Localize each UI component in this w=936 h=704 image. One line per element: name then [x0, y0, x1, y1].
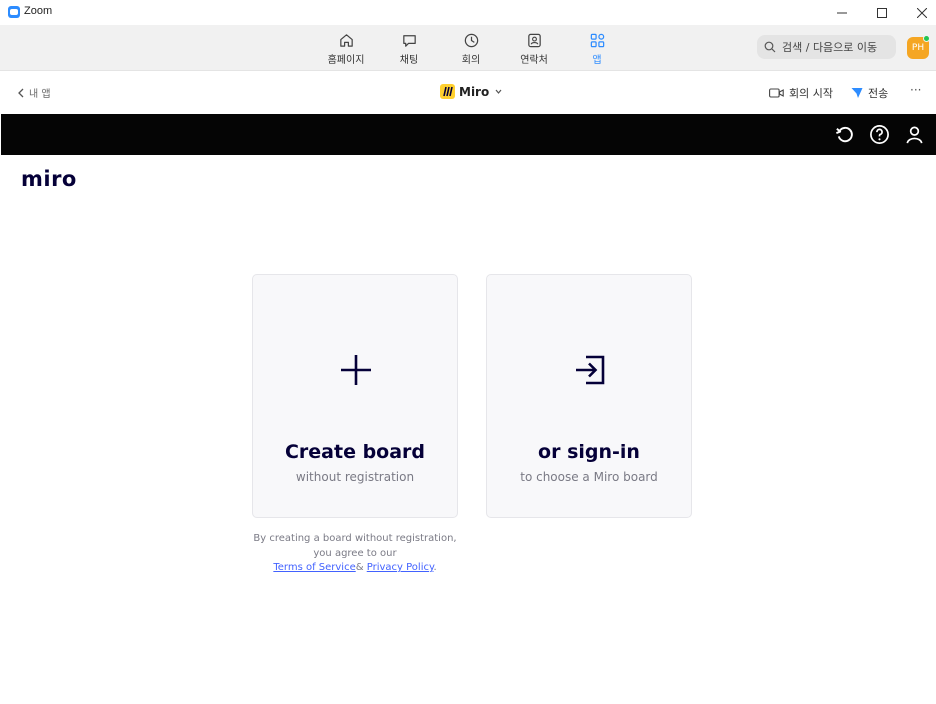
legal-period: .	[433, 562, 437, 573]
contacts-icon	[527, 33, 541, 48]
miro-toolbar	[1, 114, 936, 155]
main-nav-bar: 홈페이지 채팅 회의 연락처 앱 검색 / 다음으로 이동 PH	[0, 25, 936, 71]
title-bar: Zoom	[0, 0, 936, 25]
miro-logo: miro	[21, 167, 77, 191]
send-label: 전송	[868, 87, 889, 100]
minimize-icon	[837, 12, 847, 13]
nav-label-apps: 앱	[592, 55, 602, 66]
apps-icon	[590, 33, 604, 48]
privacy-policy-link[interactable]: Privacy Policy	[367, 562, 434, 573]
nav-label-chat: 채팅	[399, 55, 419, 66]
video-camera-icon	[769, 88, 784, 98]
send-button[interactable]: 전송	[851, 85, 888, 101]
create-board-card[interactable]: Create board without registration	[252, 274, 458, 518]
create-board-subtitle: without registration	[295, 470, 415, 484]
presence-status-icon	[923, 35, 930, 42]
close-button[interactable]	[902, 0, 936, 25]
plus-icon	[341, 355, 371, 385]
user-icon[interactable]	[904, 124, 925, 145]
search-icon	[764, 41, 776, 53]
more-options-button[interactable]: ···	[910, 83, 921, 97]
app-name: Miro	[459, 84, 490, 99]
legal-ampersand: &	[355, 562, 364, 573]
sign-in-card[interactable]: or sign-in to choose a Miro board	[486, 274, 692, 518]
window-title: Zoom	[24, 5, 53, 17]
nav-label-meetings: 회의	[461, 55, 481, 66]
nav-item-meetings[interactable]: 회의	[443, 32, 499, 68]
nav-label-contacts: 연락처	[520, 55, 548, 66]
search-input[interactable]: 검색 / 다음으로 이동	[757, 35, 896, 59]
nav-label-home: 홈페이지	[327, 55, 365, 66]
help-icon[interactable]	[869, 124, 890, 145]
sign-in-icon	[576, 355, 605, 385]
start-meeting-label: 회의 시작	[789, 87, 833, 100]
chevron-left-icon	[18, 88, 24, 97]
maximize-icon	[877, 7, 887, 18]
minimize-button[interactable]	[822, 0, 862, 25]
start-meeting-button[interactable]: 회의 시작	[769, 85, 833, 101]
terms-of-service-link[interactable]: Terms of Service	[273, 562, 355, 573]
refresh-icon[interactable]	[834, 124, 855, 145]
zoom-logo-icon	[8, 6, 20, 18]
back-to-my-apps-button[interactable]: 내 앱	[17, 85, 51, 100]
back-label: 내 앱	[29, 89, 51, 100]
close-icon	[917, 7, 927, 18]
send-icon	[851, 88, 863, 98]
sign-in-title: or sign-in	[538, 441, 640, 463]
search-placeholder: 검색 / 다음으로 이동	[782, 41, 878, 54]
maximize-button[interactable]	[862, 0, 902, 25]
nav-item-home[interactable]: 홈페이지	[318, 32, 374, 68]
clock-icon	[464, 33, 478, 48]
sign-in-subtitle: to choose a Miro board	[520, 470, 658, 484]
home-icon	[339, 34, 353, 47]
chevron-down-icon	[495, 89, 502, 94]
nav-item-apps[interactable]: 앱	[569, 32, 625, 68]
create-board-title: Create board	[284, 441, 426, 463]
miro-app-icon	[440, 84, 455, 99]
chat-icon	[402, 35, 416, 47]
legal-text: By creating a board without registration…	[253, 533, 457, 559]
app-header: 내 앱 Miro 회의 시작 전송 ···	[0, 71, 936, 114]
miro-content: miro Create board without registration o…	[1, 155, 936, 704]
app-switcher[interactable]: Miro	[440, 84, 502, 99]
nav-item-contacts[interactable]: 연락처	[506, 32, 562, 68]
nav-item-chat[interactable]: 채팅	[381, 32, 437, 68]
legal-notice: By creating a board without registration…	[252, 532, 458, 576]
